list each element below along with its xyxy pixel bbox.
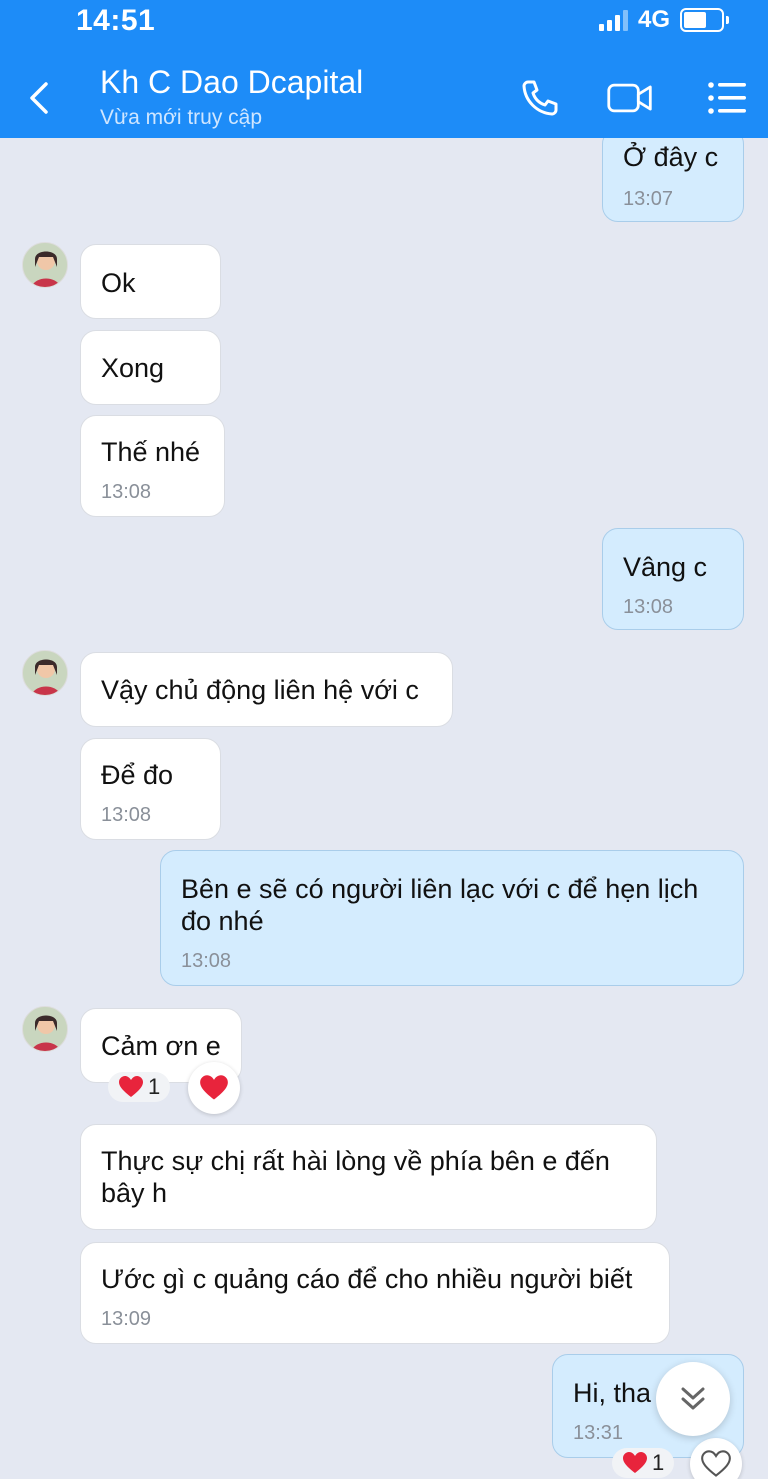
chat-header: 14:51 4G Kh C Dao Dcapital Vừa mới truy … xyxy=(0,0,768,138)
message-text: Vậy chủ động liên hệ với c xyxy=(101,675,419,705)
message-text-line: Bên e sẽ có người liên lạc với c để hẹn … xyxy=(181,874,699,904)
message-text: Thế nhé xyxy=(101,437,201,467)
message-text: Cảm ơn e xyxy=(101,1031,221,1061)
contact-status: Vừa mới truy cập xyxy=(100,106,263,129)
heart-icon xyxy=(119,1076,143,1097)
message-bubble-outgoing[interactable]: Bên e sẽ có người liên lạc với c để hẹn … xyxy=(160,850,744,986)
network-type: 4G xyxy=(637,6,670,33)
message-time: 13:08 xyxy=(101,804,152,826)
message-bubble-incoming[interactable]: Ok xyxy=(80,244,221,319)
menu-list-icon[interactable] xyxy=(704,74,752,122)
message-text: Ước gì c quảng cáo để cho nhiều người bi… xyxy=(101,1264,633,1294)
message-time: 13:07 xyxy=(623,188,674,210)
back-icon[interactable] xyxy=(24,78,56,118)
phone-icon[interactable] xyxy=(516,74,564,122)
message-bubble-incoming[interactable]: Vậy chủ động liên hệ với c xyxy=(80,652,453,727)
message-time: 13:08 xyxy=(623,596,674,618)
message-bubble-incoming[interactable]: Ước gì c quảng cáo để cho nhiều người bi… xyxy=(80,1242,670,1344)
reaction-summary[interactable]: 1 xyxy=(108,1072,171,1102)
message-text-line: bây h xyxy=(101,1178,168,1208)
message-list[interactable]: Ở đây c 13:07 Ok Xong Thế nhé 13:08 Vâng… xyxy=(0,138,768,1479)
message-text-line: Thực sự chị rất hài lòng về phía bên e đ… xyxy=(101,1146,610,1176)
contact-name[interactable]: Kh C Dao Dcapital xyxy=(100,64,363,101)
heart-outline-icon xyxy=(701,1450,731,1477)
reaction-summary[interactable]: 1 xyxy=(612,1448,675,1478)
heart-icon xyxy=(623,1452,647,1473)
message-time: 13:09 xyxy=(101,1308,152,1330)
contact-avatar[interactable] xyxy=(22,242,68,288)
status-time: 14:51 xyxy=(76,4,156,37)
message-bubble-incoming[interactable]: Xong xyxy=(80,330,221,405)
message-bubble-incoming[interactable]: Để đo 13:08 xyxy=(80,738,221,840)
message-bubble-outgoing[interactable]: Vâng c 13:08 xyxy=(602,528,744,630)
message-text-line: đo nhé xyxy=(181,906,264,936)
message-text: Ok xyxy=(101,268,136,298)
contact-avatar[interactable] xyxy=(22,650,68,696)
message-text: Ở đây c xyxy=(623,142,719,172)
signal-icon xyxy=(598,9,628,31)
react-button[interactable] xyxy=(188,1062,240,1114)
chevron-double-down-icon xyxy=(681,1387,705,1410)
video-call-icon[interactable] xyxy=(606,74,654,122)
message-time: 13:08 xyxy=(181,950,232,972)
status-indicators: 4G xyxy=(598,6,729,34)
message-bubble-outgoing[interactable]: Ở đây c 13:07 xyxy=(602,138,744,222)
battery-icon xyxy=(680,8,729,32)
reaction-count: 1 xyxy=(652,1450,665,1475)
reaction-count: 1 xyxy=(148,1074,161,1099)
contact-avatar[interactable] xyxy=(22,1006,68,1052)
message-text: Vâng c xyxy=(623,552,708,582)
heart-icon xyxy=(200,1075,228,1100)
message-text: Để đo xyxy=(101,760,174,790)
message-bubble-incoming[interactable]: Thế nhé 13:08 xyxy=(80,415,225,517)
message-text: Xong xyxy=(101,353,165,383)
message-bubble-incoming[interactable]: Thực sự chị rất hài lòng về phía bên e đ… xyxy=(80,1124,657,1230)
message-time: 13:08 xyxy=(101,481,152,503)
scroll-to-bottom-button[interactable] xyxy=(656,1362,730,1436)
